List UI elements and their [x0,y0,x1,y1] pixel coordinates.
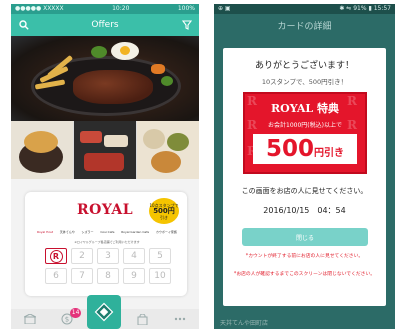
warning-text-1: *カウントが終了する前にお店の人に見せてください。 [245,254,364,259]
notification-badge: 14 [69,308,82,318]
set-meal-image[interactable] [137,121,199,179]
reward-badge: 10点スタンプで 500円 引き [149,198,179,224]
stamp-card[interactable]: ROYAL 10点スタンプで 500円 引き Royal Host 天丼てんや … [25,192,187,296]
stamp-slot: 10 [149,268,171,284]
store-icon [23,314,36,324]
stamp-label: 7 [79,271,85,281]
clock-label: 10:20 [112,5,130,12]
stamp-slot: 6 [45,268,67,284]
stamp-slot: 2 [71,248,93,264]
page-title: Offers [91,20,119,30]
filter-icon[interactable] [181,20,192,31]
stamp-label: 4 [131,251,137,261]
food-thumbnails [11,121,199,179]
coupon-unit: 円引き [314,148,344,159]
brand-logo: Cosi Cafe [100,230,115,234]
status-icons-left: ⊕ ▣ [218,5,231,12]
status-icons-right: ✱ ⇋ 91% ▮ 15:57 [339,5,391,12]
show-staff-instruction: この画面をお店の人に見せてください。 [241,187,368,195]
warning-text-2: *お店の人が確認するまでこのスクリーンは閉じないでください。 [233,272,376,277]
redeem-dialog: ありがとうございます！ 10スタンプで、500円引き！ R R R R R R … [223,48,386,306]
nav-card-button[interactable] [87,295,121,329]
stamp-label: 2 [79,251,85,261]
sushi-shape [104,135,128,147]
coupon-amount: 500 [265,136,314,162]
status-bar: ⊕ ▣ ✱ ⇋ 91% ▮ 15:57 [214,4,395,14]
stamp-label: R [49,249,63,263]
brand-logo: シズラー [81,230,94,234]
coupon-condition: お会計1000円(税込)以上で [268,122,342,129]
store-name-behind: 天丼てんや田町店 [220,320,269,327]
dish-shape [167,133,189,151]
coupon-ticket: R R R R R R ROYAL 特典 お会計1000円(税込)以上で 500… [243,92,367,174]
coupon-title: ROYAL 特典 [271,102,339,115]
close-button[interactable]: 閉じる [242,228,368,246]
nav-notifications-button[interactable]: $ 14 [58,308,82,326]
brand-logo: カウボーイ家族 [155,230,177,234]
sushi-platter-image[interactable] [74,121,136,179]
stamp-label: 10 [154,271,166,281]
svg-text:$: $ [65,316,69,324]
stamp-slot: 9 [123,268,145,284]
card-diamond-icon [94,302,114,322]
battery-label: 100% [177,5,195,12]
badge-line-3: 引き [160,214,168,220]
steak-shape [73,70,153,104]
redeem-timestamp: 2016/10/15 04：54 [263,206,346,215]
egg-shape [111,42,139,60]
stamp-slot-stamped: R [45,248,67,264]
royal-logo: ROYAL [77,202,134,218]
bag-icon [137,313,148,325]
bottom-navigation: $ 14 [11,295,199,329]
stamp-label: 8 [105,271,111,281]
thanks-heading: ありがとうございます！ [254,61,354,71]
stamp-grid: R 2 3 4 5 6 7 8 9 10 [45,248,171,284]
carrot-shape [151,64,165,74]
tempura-shape [24,131,58,153]
brand-logos-row: Royal Host 天丼てんや シズラー Cosi Cafe Royal Ga… [37,230,177,234]
nav-more-button[interactable] [171,312,189,326]
brand-logo: Royal Garden Cafe [121,230,150,234]
search-icon[interactable] [18,20,29,31]
tray-shape [84,153,124,171]
coupon-amount-box: 500 円引き [253,134,357,164]
tempura-bowl-image[interactable] [11,121,73,179]
stamp-label: 3 [105,251,111,261]
offers-header: Offers [11,14,199,36]
broccoli-shape [161,76,173,86]
stamp-slot: 8 [97,268,119,284]
status-bar: ●●●●● XXXXX 10:20 100% [11,4,199,14]
brand-logo: 天丼てんや [59,230,75,234]
brand-logo: Royal Host [37,230,54,234]
badge-amount: 500円 [153,206,175,215]
dish-shape [151,151,181,173]
sushi-shape [80,131,102,143]
stamp-slot: 7 [71,268,93,284]
stamp-slot: 4 [123,248,145,264]
stamp-slot: 3 [97,248,119,264]
carrier-label: ●●●●● XXXXX [15,5,64,12]
page-title: カードの詳細 [277,21,332,32]
offers-screen: ●●●●● XXXXX 10:20 100% Offers ROYAL 10点ス… [11,4,199,329]
broccoli-shape [91,46,107,58]
more-icon [174,317,186,321]
stamp-slot: 5 [149,248,171,264]
dish-shape [143,129,165,149]
card-detail-screen: ⊕ ▣ ✱ ⇋ 91% ▮ 15:57 カードの詳細 ありがとうございます！ 1… [214,4,395,329]
stamp-label: 9 [131,271,137,281]
hero-food-image[interactable] [11,36,199,121]
stamp-label: 5 [157,251,163,261]
stamp-label: 6 [53,271,59,281]
card-detail-header: カードの詳細 [214,14,395,36]
nav-store-button[interactable] [21,312,39,326]
nav-bag-button[interactable] [134,312,152,326]
reward-subtitle: 10スタンプで、500円引き！ [261,78,348,86]
fine-print: ※ロイヤルグループ各店舗でご利用いただけます [74,240,140,244]
